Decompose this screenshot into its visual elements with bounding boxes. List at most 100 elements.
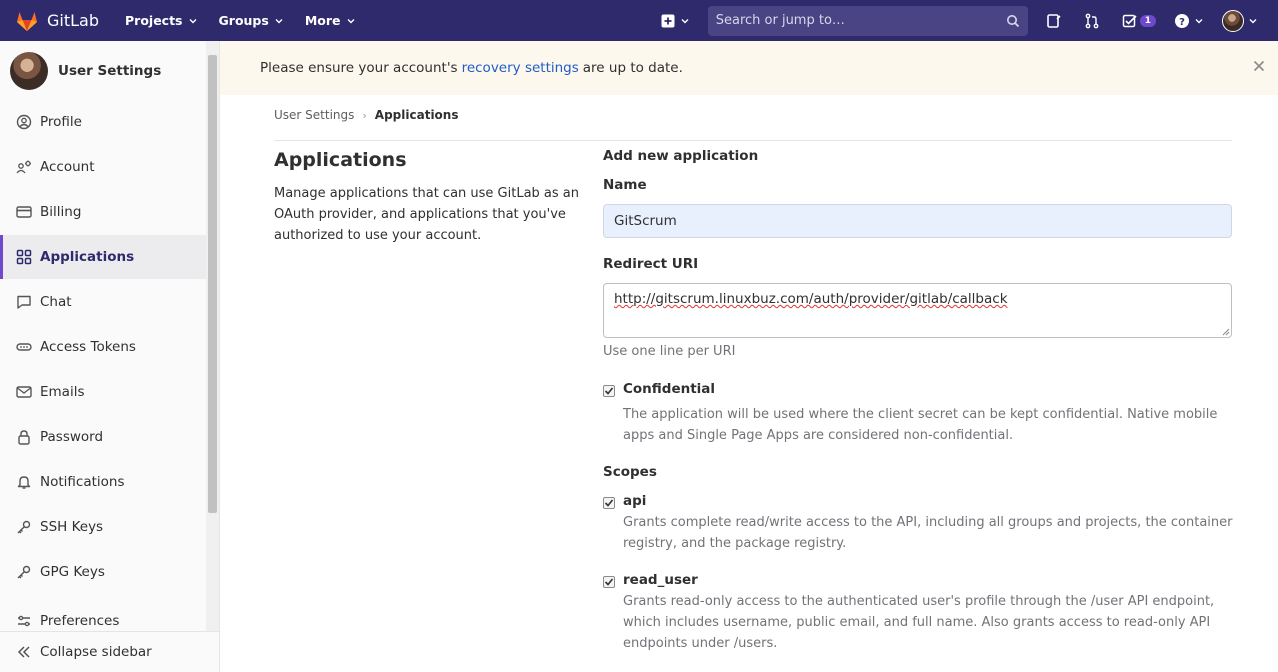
user-avatar xyxy=(10,52,48,90)
divider xyxy=(274,140,1232,141)
help-dropdown[interactable]: ? xyxy=(1174,13,1204,29)
chevron-down-icon xyxy=(347,18,354,23)
issues-button[interactable] xyxy=(1046,13,1062,29)
help-icon: ? xyxy=(1175,13,1189,28)
user-avatar xyxy=(1222,9,1244,32)
user-menu-dropdown[interactable] xyxy=(1222,9,1258,32)
search-icon xyxy=(1006,14,1019,27)
resize-handle-icon[interactable] xyxy=(1222,328,1230,336)
search-input[interactable] xyxy=(715,13,1006,28)
todo-checkbox-icon xyxy=(1122,14,1137,27)
sidebar-scrollbar-thumb[interactable] xyxy=(208,55,217,513)
chevron-down-icon xyxy=(189,18,197,23)
sidebar-item-gpg-keys[interactable]: GPG Keys xyxy=(0,550,206,594)
nav-more-dropdown[interactable]: More xyxy=(305,0,356,41)
checkmark-icon xyxy=(604,499,614,507)
breadcrumb-current: Applications xyxy=(374,108,459,122)
scope-read-user-label[interactable]: read_user xyxy=(623,572,698,588)
nav-link-label: Groups xyxy=(218,13,269,28)
sidebar-item-label: Profile xyxy=(40,114,82,130)
confidential-checkbox[interactable] xyxy=(603,385,615,397)
breadcrumb-separator-icon: › xyxy=(362,108,367,122)
merge-request-icon xyxy=(1085,13,1099,28)
sidebar-item-label: Applications xyxy=(40,249,135,265)
account-icon xyxy=(16,160,31,174)
sidebar-item-account[interactable]: Account xyxy=(0,145,206,189)
nav-groups-dropdown[interactable]: Groups xyxy=(219,0,284,41)
applications-icon xyxy=(16,249,32,265)
confidential-label[interactable]: Confidential xyxy=(623,381,715,397)
chevron-down-icon xyxy=(681,18,689,23)
alert-text-before: Please ensure your account's xyxy=(260,60,458,76)
sidebar-item-profile[interactable]: Profile xyxy=(0,100,206,144)
recovery-settings-alert: Please ensure your account's recovery se… xyxy=(220,41,1278,95)
chat-icon xyxy=(17,295,31,309)
scope-api-checkbox[interactable] xyxy=(603,497,615,509)
gitlab-home-link[interactable]: GitLab xyxy=(15,0,99,41)
double-chevron-left-icon xyxy=(17,646,30,658)
redirect-uri-input[interactable]: http://gitscrum.linuxbuz.com/auth/provid… xyxy=(603,283,1232,338)
settings-sidebar: User Settings Profile Account Billing Ap… xyxy=(0,41,220,672)
profile-icon xyxy=(16,114,32,130)
sidebar-item-billing[interactable]: Billing xyxy=(0,190,206,234)
lock-icon xyxy=(18,430,30,445)
sidebar-item-label: Access Tokens xyxy=(40,339,136,355)
sidebar-item-access-tokens[interactable]: Access Tokens xyxy=(0,325,206,369)
redirect-uri-label: Redirect URI xyxy=(603,256,699,272)
todos-button[interactable]: 1 xyxy=(1122,13,1156,29)
bell-icon xyxy=(17,476,31,489)
recovery-settings-link[interactable]: recovery settings xyxy=(462,60,579,76)
sidebar-item-emails[interactable]: Emails xyxy=(0,370,206,414)
sidebar-item-label: Notifications xyxy=(40,474,125,490)
chevron-down-icon xyxy=(275,18,283,23)
sidebar-item-password[interactable]: Password xyxy=(0,415,206,459)
issues-icon xyxy=(1046,13,1061,28)
sidebar-header[interactable]: User Settings xyxy=(10,52,161,90)
breadcrumb-parent-link[interactable]: User Settings xyxy=(274,108,354,122)
todo-count-badge: 1 xyxy=(1139,14,1156,27)
name-label: Name xyxy=(603,177,647,193)
new-item-dropdown[interactable] xyxy=(661,14,690,28)
breadcrumb: User Settings › Applications xyxy=(274,108,458,122)
scope-read-user-description: Grants read-only access to the authentic… xyxy=(623,594,1215,651)
billing-icon xyxy=(16,206,32,218)
search-box[interactable] xyxy=(707,5,1028,36)
sidebar-item-notifications[interactable]: Notifications xyxy=(0,460,206,504)
name-input[interactable] xyxy=(603,204,1232,238)
sidebar-item-preferences[interactable]: Preferences xyxy=(0,595,206,631)
page-description: Manage applications that can use GitLab … xyxy=(274,186,579,243)
nav-projects-dropdown[interactable]: Projects xyxy=(125,0,198,41)
scopes-label: Scopes xyxy=(603,464,657,480)
sidebar-item-label: GPG Keys xyxy=(40,564,105,580)
close-icon[interactable] xyxy=(1252,59,1266,73)
key-icon xyxy=(17,520,31,534)
gitlab-logo-icon xyxy=(17,11,37,31)
sidebar-item-applications[interactable]: Applications xyxy=(0,235,206,279)
sidebar-item-label: Chat xyxy=(40,294,72,310)
sidebar-item-label: Billing xyxy=(40,204,82,220)
svg-text:?: ? xyxy=(1179,17,1185,28)
nav-link-label: More xyxy=(304,13,341,28)
sidebar-item-label: Account xyxy=(40,159,95,175)
sidebar-item-label: SSH Keys xyxy=(40,519,104,535)
plus-square-icon xyxy=(661,14,675,27)
sidebar-item-label: Preferences xyxy=(40,613,120,629)
sidebar-title: User Settings xyxy=(58,63,162,79)
sidebar-item-label: Password xyxy=(40,429,104,445)
chevron-down-icon xyxy=(1195,18,1203,23)
key-icon xyxy=(17,565,31,579)
chevron-down-icon xyxy=(1249,18,1257,23)
nav-link-label: Projects xyxy=(125,13,183,28)
redirect-uri-help: Use one line per URI xyxy=(603,344,736,359)
page-title: Applications xyxy=(274,149,407,171)
sidebar-item-chat[interactable]: Chat xyxy=(0,280,206,324)
merge-requests-button[interactable] xyxy=(1084,13,1100,29)
scope-api-label[interactable]: api xyxy=(623,493,646,509)
collapse-sidebar-button[interactable]: Collapse sidebar xyxy=(0,631,219,672)
checkmark-icon xyxy=(604,387,614,395)
sidebar-item-ssh-keys[interactable]: SSH Keys xyxy=(0,505,206,549)
scope-read-user-checkbox[interactable] xyxy=(603,576,615,588)
preferences-icon xyxy=(18,615,30,627)
collapse-sidebar-label: Collapse sidebar xyxy=(40,644,152,660)
alert-text-after: are up to date. xyxy=(582,60,683,76)
